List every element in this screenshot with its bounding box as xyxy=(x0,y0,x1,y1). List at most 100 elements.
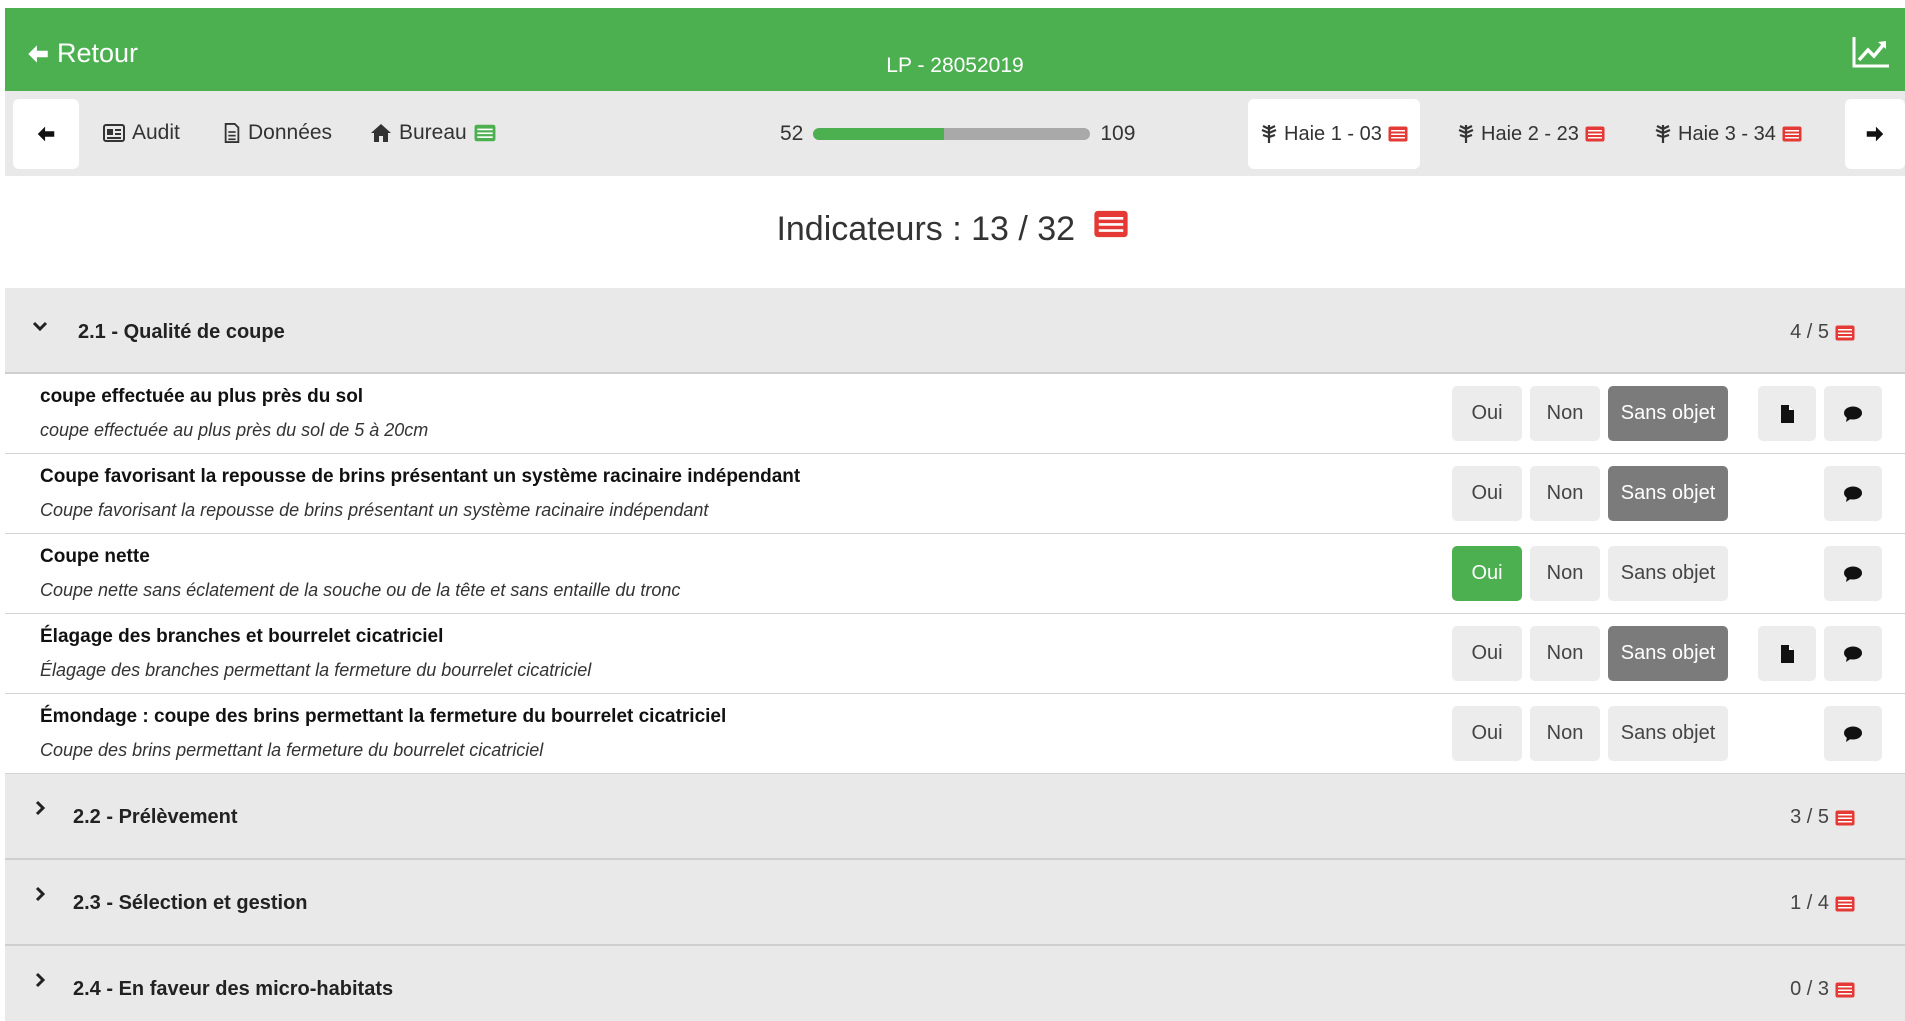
section-count-text: 4 / 5 xyxy=(1790,321,1829,343)
section-2-3[interactable]: 2.3 - Sélection et gestion 1 / 4 xyxy=(5,860,1905,946)
id-card-icon xyxy=(103,124,125,142)
section-title: 2.4 - En faveur des micro-habitats xyxy=(73,978,394,1000)
progress-indicator: 52 109 xyxy=(780,122,1135,146)
bureau-link[interactable]: Bureau xyxy=(370,121,496,145)
file-icon xyxy=(1781,644,1794,663)
section-2-4[interactable]: 2.4 - En faveur des micro-habitats 0 / 3 xyxy=(5,946,1905,1021)
document-button[interactable] xyxy=(1758,386,1816,441)
comment-button[interactable] xyxy=(1824,626,1882,681)
haie-label: Haie 1 - 03 xyxy=(1284,122,1382,145)
home-icon xyxy=(371,124,391,142)
comment-icon xyxy=(1844,726,1862,742)
chart-line-icon[interactable] xyxy=(1851,35,1891,69)
sans-objet-button[interactable]: Sans objet xyxy=(1608,546,1728,601)
comment-icon xyxy=(1844,486,1862,502)
sans-objet-button[interactable]: Sans objet xyxy=(1608,386,1728,441)
haie-label: Haie 2 - 23 xyxy=(1481,122,1579,145)
donnees-link[interactable]: Données xyxy=(223,121,332,145)
progress-min: 52 xyxy=(780,122,804,145)
previous-button[interactable] xyxy=(13,99,79,169)
indicator-row: coupe effectuée au plus près du sol coup… xyxy=(5,374,1905,454)
indicator-row: Élagage des branches et bourrelet cicatr… xyxy=(5,614,1905,694)
comment-button[interactable] xyxy=(1824,706,1882,761)
list-alt-icon[interactable] xyxy=(1093,210,1129,238)
list-alt-icon xyxy=(1782,126,1802,142)
arrow-left-icon xyxy=(37,126,55,142)
indicator-description: Élagage des branches permettant la ferme… xyxy=(40,660,592,680)
indicators-heading: Indicateurs : 13 / 32 xyxy=(0,210,1905,249)
section-count: 1 / 4 xyxy=(1790,892,1855,915)
audit-label: Audit xyxy=(132,121,180,144)
app-root: Retour LP - 28052019 Audit Données Burea… xyxy=(0,0,1905,1021)
arrow-right-icon xyxy=(1866,126,1884,142)
document-icon xyxy=(224,123,240,143)
indicators-count: Indicateurs : 13 / 32 xyxy=(776,210,1076,248)
progress-bar xyxy=(813,128,1091,140)
non-button[interactable]: Non xyxy=(1530,706,1600,761)
chevron-right-icon xyxy=(35,886,46,902)
comment-icon xyxy=(1844,566,1862,582)
comment-icon xyxy=(1844,646,1862,662)
list-alt-icon xyxy=(1388,126,1408,142)
chevron-down-icon xyxy=(32,321,48,332)
list-alt-icon xyxy=(474,124,496,142)
tab-haie-3[interactable]: Haie 3 - 34 xyxy=(1642,99,1814,169)
section-2-2[interactable]: 2.2 - Prélèvement 3 / 5 xyxy=(5,774,1905,860)
indicator-title: Coupe favorisant la repousse de brins pr… xyxy=(40,466,801,487)
leaf-icon xyxy=(1261,125,1277,143)
chevron-right-icon xyxy=(35,972,46,988)
document-button[interactable] xyxy=(1758,626,1816,681)
oui-button[interactable]: Oui xyxy=(1452,546,1522,601)
oui-button[interactable]: Oui xyxy=(1452,626,1522,681)
indicator-description: coupe effectuée au plus près du sol de 5… xyxy=(40,420,429,440)
progress-max: 109 xyxy=(1100,122,1136,145)
comment-button[interactable] xyxy=(1824,466,1882,521)
indicator-description: Coupe nette sans éclatement de la souche… xyxy=(40,580,681,600)
leaf-icon xyxy=(1458,125,1474,143)
leaf-icon xyxy=(1655,125,1671,143)
section-count-text: 0 / 3 xyxy=(1790,978,1829,1000)
non-button[interactable]: Non xyxy=(1530,466,1600,521)
section-title: 2.1 - Qualité de coupe xyxy=(78,321,285,343)
comment-button[interactable] xyxy=(1824,546,1882,601)
tab-haie-1[interactable]: Haie 1 - 03 xyxy=(1248,99,1420,169)
tab-haie-2[interactable]: Haie 2 - 23 xyxy=(1445,99,1617,169)
sans-objet-button[interactable]: Sans objet xyxy=(1608,626,1728,681)
list-alt-icon xyxy=(1835,982,1855,997)
list-alt-icon xyxy=(1835,810,1855,825)
list-alt-icon xyxy=(1585,126,1605,142)
audit-link[interactable]: Audit xyxy=(103,121,180,145)
indicator-row: Coupe favorisant la repousse de brins pr… xyxy=(5,454,1905,534)
non-button[interactable]: Non xyxy=(1530,386,1600,441)
comment-icon xyxy=(1844,406,1862,422)
chevron-right-icon xyxy=(35,800,46,816)
indicator-description: Coupe des brins permettant la fermeture … xyxy=(40,740,544,760)
list-alt-icon xyxy=(1835,896,1855,911)
top-header: Retour LP - 28052019 xyxy=(5,8,1905,91)
section-count: 0 / 3 xyxy=(1790,978,1855,1001)
page-title: LP - 28052019 xyxy=(886,54,1024,77)
indicator-title: Coupe nette xyxy=(40,546,150,567)
file-icon xyxy=(1781,404,1794,423)
section-title: 2.3 - Sélection et gestion xyxy=(73,892,308,914)
oui-button[interactable]: Oui xyxy=(1452,706,1522,761)
progress-fill xyxy=(813,128,944,140)
section-2-1[interactable]: 2.1 - Qualité de coupe 4 / 5 xyxy=(5,288,1905,374)
sans-objet-button[interactable]: Sans objet xyxy=(1608,466,1728,521)
sans-objet-button[interactable]: Sans objet xyxy=(1608,706,1728,761)
section-count: 3 / 5 xyxy=(1790,806,1855,829)
section-count: 4 / 5 xyxy=(1790,321,1855,344)
toolbar: Audit Données Bureau 52 109 Haie 1 - 03 … xyxy=(5,91,1905,176)
indicator-title: coupe effectuée au plus près du sol xyxy=(40,386,364,407)
next-button[interactable] xyxy=(1845,99,1905,169)
list-alt-icon xyxy=(1835,325,1855,340)
section-count-text: 1 / 4 xyxy=(1790,892,1829,914)
non-button[interactable]: Non xyxy=(1530,546,1600,601)
indicator-row: Coupe nette Coupe nette sans éclatement … xyxy=(5,534,1905,614)
non-button[interactable]: Non xyxy=(1530,626,1600,681)
indicator-row: Émondage : coupe des brins permettant la… xyxy=(5,694,1905,774)
comment-button[interactable] xyxy=(1824,386,1882,441)
oui-button[interactable]: Oui xyxy=(1452,386,1522,441)
oui-button[interactable]: Oui xyxy=(1452,466,1522,521)
indicator-title: Émondage : coupe des brins permettant la… xyxy=(40,706,727,727)
